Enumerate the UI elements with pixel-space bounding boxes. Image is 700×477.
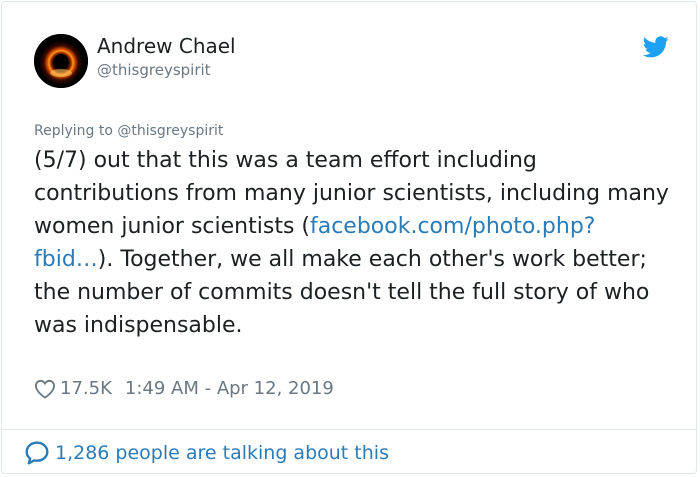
heart-icon[interactable] [34,379,56,399]
twitter-bird-icon[interactable] [643,36,669,58]
replying-to[interactable]: Replying to @thisgreyspirit [34,123,223,139]
talking-text[interactable]: 1,286 people are talking about this [55,442,389,464]
tweet-text: (5/7) out that this was a team effort in… [34,144,674,342]
timestamp[interactable]: 1:49 AM - Apr 12, 2019 [125,378,334,399]
black-hole-image [34,34,88,88]
speech-bubble-icon [25,441,49,465]
conversation-link[interactable]: 1,286 people are talking about this [24,440,389,466]
tweet-text-part: ). Together, we all make each other's wo… [34,247,650,338]
tweet-card: Andrew Chael @thisgreyspirit Replying to… [1,1,697,474]
divider [2,429,696,430]
avatar[interactable] [34,34,88,88]
like-count[interactable]: 17.5K [60,378,112,399]
author-name[interactable]: Andrew Chael [97,34,236,58]
tweet-meta: 17.5K 1:49 AM - Apr 12, 2019 [34,378,334,399]
author-handle[interactable]: @thisgreyspirit [97,61,211,79]
